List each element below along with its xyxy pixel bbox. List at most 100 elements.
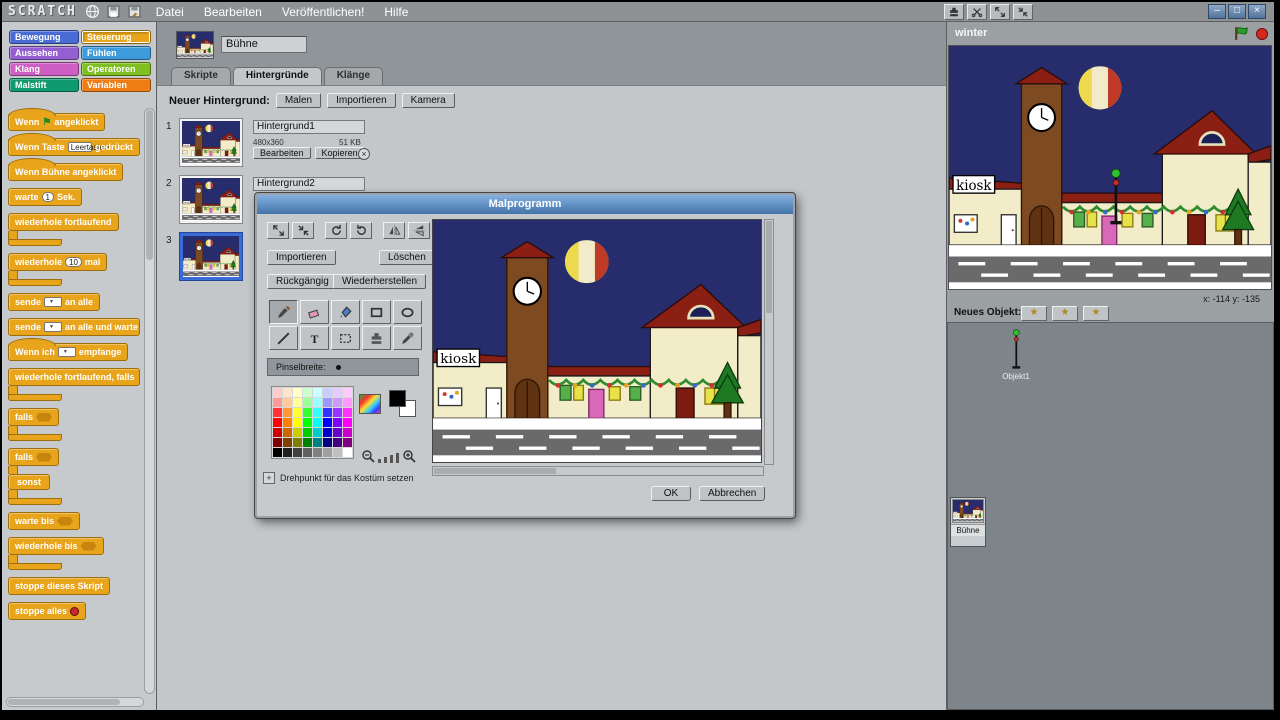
category-aussehen[interactable]: Aussehen <box>9 46 79 60</box>
sprite-objekt1-on-stage[interactable] <box>1107 167 1124 229</box>
rotation-point-button[interactable]: + <box>263 472 275 484</box>
zoom-level-bar[interactable] <box>396 453 399 463</box>
background-item[interactable]: 1 kiosk Hintergrund1 480x360 51 KB Bearb… <box>161 115 942 172</box>
tool-eyedropper[interactable] <box>393 326 422 350</box>
redo-button[interactable]: Wiederherstellen <box>333 274 427 289</box>
tool-stamp[interactable] <box>362 326 391 350</box>
rotate-ccw-button[interactable] <box>350 222 372 239</box>
new-background-malen-button[interactable]: Malen <box>275 93 322 108</box>
tool-select[interactable] <box>331 326 360 350</box>
tab-skripte[interactable]: Skripte <box>171 67 231 85</box>
palette-block[interactable]: Wenn ich empfange <box>7 338 144 361</box>
color-swatch[interactable] <box>313 398 322 407</box>
color-swatch[interactable] <box>283 388 292 397</box>
palette-block[interactable]: wiederhole bis <box>8 537 144 570</box>
palette-block[interactable]: stoppe dieses Skript <box>8 577 144 595</box>
tab-klänge[interactable]: Klänge <box>323 67 384 85</box>
tool-text[interactable]: T <box>300 326 329 350</box>
color-swatch[interactable] <box>273 408 282 417</box>
category-malstift[interactable]: Malstift <box>9 78 79 92</box>
color-swatch[interactable] <box>343 398 352 407</box>
green-flag-button[interactable] <box>1233 25 1250 42</box>
palette-block[interactable]: Wenn Bühne angeklickt <box>8 158 144 181</box>
ok-button[interactable]: OK <box>651 486 691 501</box>
palette-block[interactable]: Wenn ⚑ angeklickt <box>7 108 144 131</box>
menu-item-verffentlichen[interactable]: Veröffentlichen! <box>282 5 365 19</box>
save-as-icon[interactable] <box>127 4 142 19</box>
palette-block[interactable]: wiederhole 10 mal <box>8 253 144 286</box>
zoom-level-bar[interactable] <box>378 459 381 463</box>
grow-icon[interactable] <box>990 4 1010 20</box>
color-swatch[interactable] <box>303 428 312 437</box>
color-swatch[interactable] <box>293 408 302 417</box>
block-dropdown[interactable]: Leertaste <box>67 142 104 152</box>
category-operatoren[interactable]: Operatoren <box>81 62 151 76</box>
color-swatch[interactable] <box>303 408 312 417</box>
palette-block[interactable]: falls sonst <box>8 448 144 505</box>
background-name-field[interactable]: Hintergrund1 <box>253 120 365 134</box>
color-swatch[interactable] <box>283 418 292 427</box>
maximize-window-button[interactable]: □ <box>1228 4 1246 19</box>
clear-button[interactable]: Löschen <box>379 250 435 265</box>
color-swatch[interactable] <box>343 438 352 447</box>
palette-vertical-scrollbar[interactable] <box>144 108 155 694</box>
undo-button[interactable]: Rückgängig <box>267 274 338 289</box>
zoom-level-bar[interactable] <box>390 455 393 463</box>
category-fühlen[interactable]: Fühlen <box>81 46 151 60</box>
color-swatch[interactable] <box>303 388 312 397</box>
color-swatch[interactable] <box>273 428 282 437</box>
color-swatch[interactable] <box>323 428 332 437</box>
menu-item-datei[interactable]: Datei <box>156 5 184 19</box>
color-swatch[interactable] <box>303 448 312 457</box>
tool-fill[interactable] <box>331 300 360 324</box>
category-klang[interactable]: Klang <box>9 62 79 76</box>
color-swatch[interactable] <box>323 408 332 417</box>
color-swatch[interactable] <box>283 398 292 407</box>
color-swatch[interactable] <box>313 408 322 417</box>
color-swatch[interactable] <box>343 388 352 397</box>
scissors-icon[interactable] <box>967 4 987 20</box>
color-swatch[interactable] <box>273 448 282 457</box>
rotate-cw-button[interactable] <box>325 222 347 239</box>
zoom-out-icon[interactable] <box>361 449 375 463</box>
color-swatch[interactable] <box>293 418 302 427</box>
block-boolean-slot[interactable] <box>36 412 53 422</box>
color-swatch[interactable] <box>303 398 312 407</box>
canvas-vertical-scrollbar[interactable] <box>764 219 774 465</box>
save-icon[interactable] <box>106 4 121 19</box>
shrink-icon[interactable] <box>1013 4 1033 20</box>
palette-horizontal-scrollbar[interactable] <box>6 697 144 707</box>
color-swatch[interactable] <box>283 408 292 417</box>
color-swatch[interactable] <box>313 418 322 427</box>
block-boolean-slot[interactable] <box>57 516 74 526</box>
block-boolean-slot[interactable] <box>80 541 97 551</box>
menu-item-bearbeiten[interactable]: Bearbeiten <box>204 5 262 19</box>
tool-rectangle[interactable] <box>362 300 391 324</box>
background-thumbnail[interactable]: kiosk <box>179 118 243 167</box>
color-swatch[interactable] <box>293 428 302 437</box>
language-globe-icon[interactable] <box>85 4 100 19</box>
block-dropdown[interactable] <box>44 297 63 307</box>
palette-block[interactable]: Wenn TasteLeertastegedrückt <box>8 133 144 156</box>
color-swatch[interactable] <box>343 448 352 457</box>
color-swatch[interactable] <box>313 428 322 437</box>
color-swatch[interactable] <box>293 398 302 407</box>
tool-ellipse[interactable] <box>393 300 422 324</box>
palette-block[interactable]: warte 1 Sek. <box>8 188 144 206</box>
color-swatch[interactable] <box>343 418 352 427</box>
flip-horizontal-button[interactable] <box>383 222 405 239</box>
color-swatch[interactable] <box>293 448 302 457</box>
tab-hintergründe[interactable]: Hintergründe <box>232 67 322 85</box>
palette-block[interactable]: warte bis <box>8 512 144 530</box>
color-swatch[interactable] <box>333 398 342 407</box>
shrink-button[interactable] <box>292 222 314 239</box>
edit-background-button[interactable]: Bearbeiten <box>253 147 311 159</box>
background-thumbnail[interactable]: kiosk <box>179 175 243 224</box>
background-name-field[interactable]: Hintergrund2 <box>253 177 365 191</box>
minimize-window-button[interactable]: – <box>1208 4 1226 19</box>
close-window-button[interactable]: × <box>1248 4 1266 19</box>
zoom-in-icon[interactable] <box>402 449 416 463</box>
cancel-button[interactable]: Abbrechen <box>699 486 766 501</box>
color-swatch[interactable] <box>333 438 342 447</box>
palette-block[interactable]: falls <box>8 408 144 441</box>
